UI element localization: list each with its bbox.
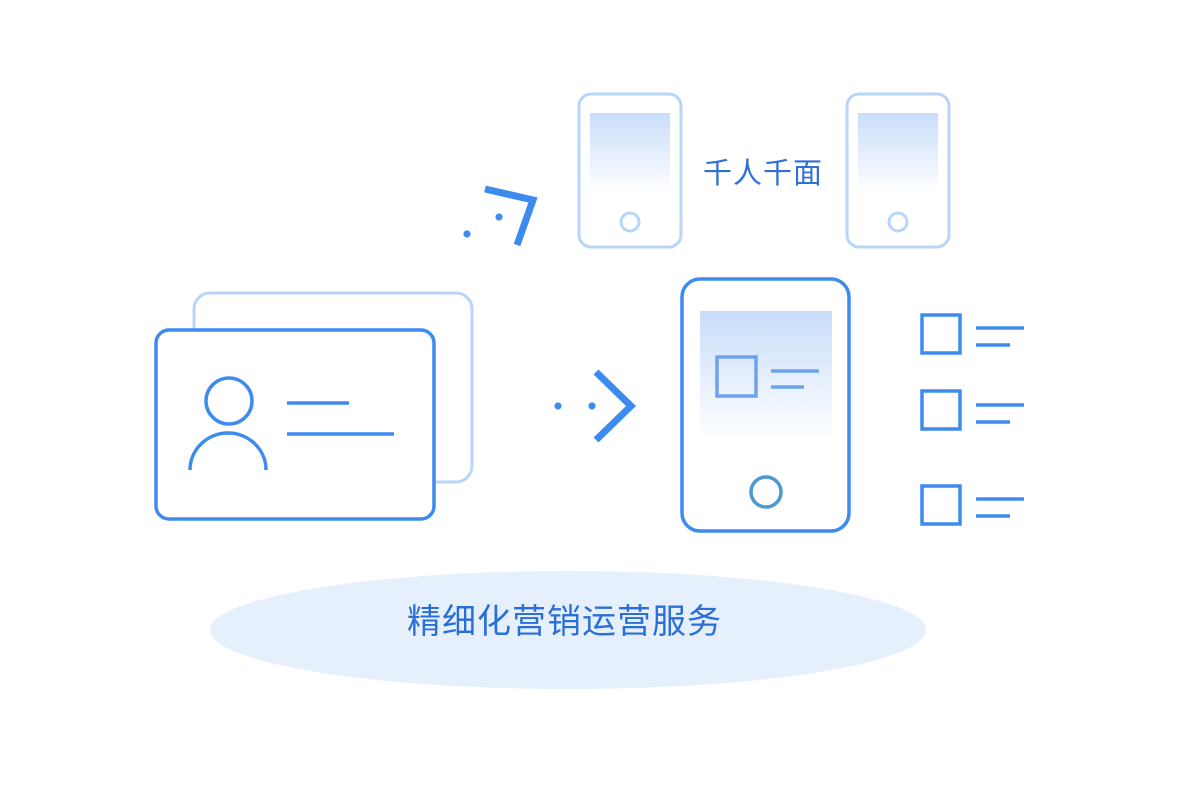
- diagram-svg: [154, 92, 1024, 689]
- arrow-right-icon: [554, 369, 637, 443]
- id-card-front: [154, 328, 436, 521]
- label-marketing-service: 精细化营销运营服务: [407, 602, 722, 642]
- diagram: 千人千面 精细化营销运营服务: [0, 0, 1180, 784]
- checklist-icon: [920, 313, 1024, 526]
- phone-icon: [845, 92, 951, 249]
- id-card-icon: [154, 291, 474, 521]
- phone-icon: [577, 92, 683, 249]
- main-phone-icon: [680, 277, 851, 533]
- arrow-diagonal-icon: [463, 185, 538, 247]
- label-personalization: 千人千面: [703, 156, 824, 190]
